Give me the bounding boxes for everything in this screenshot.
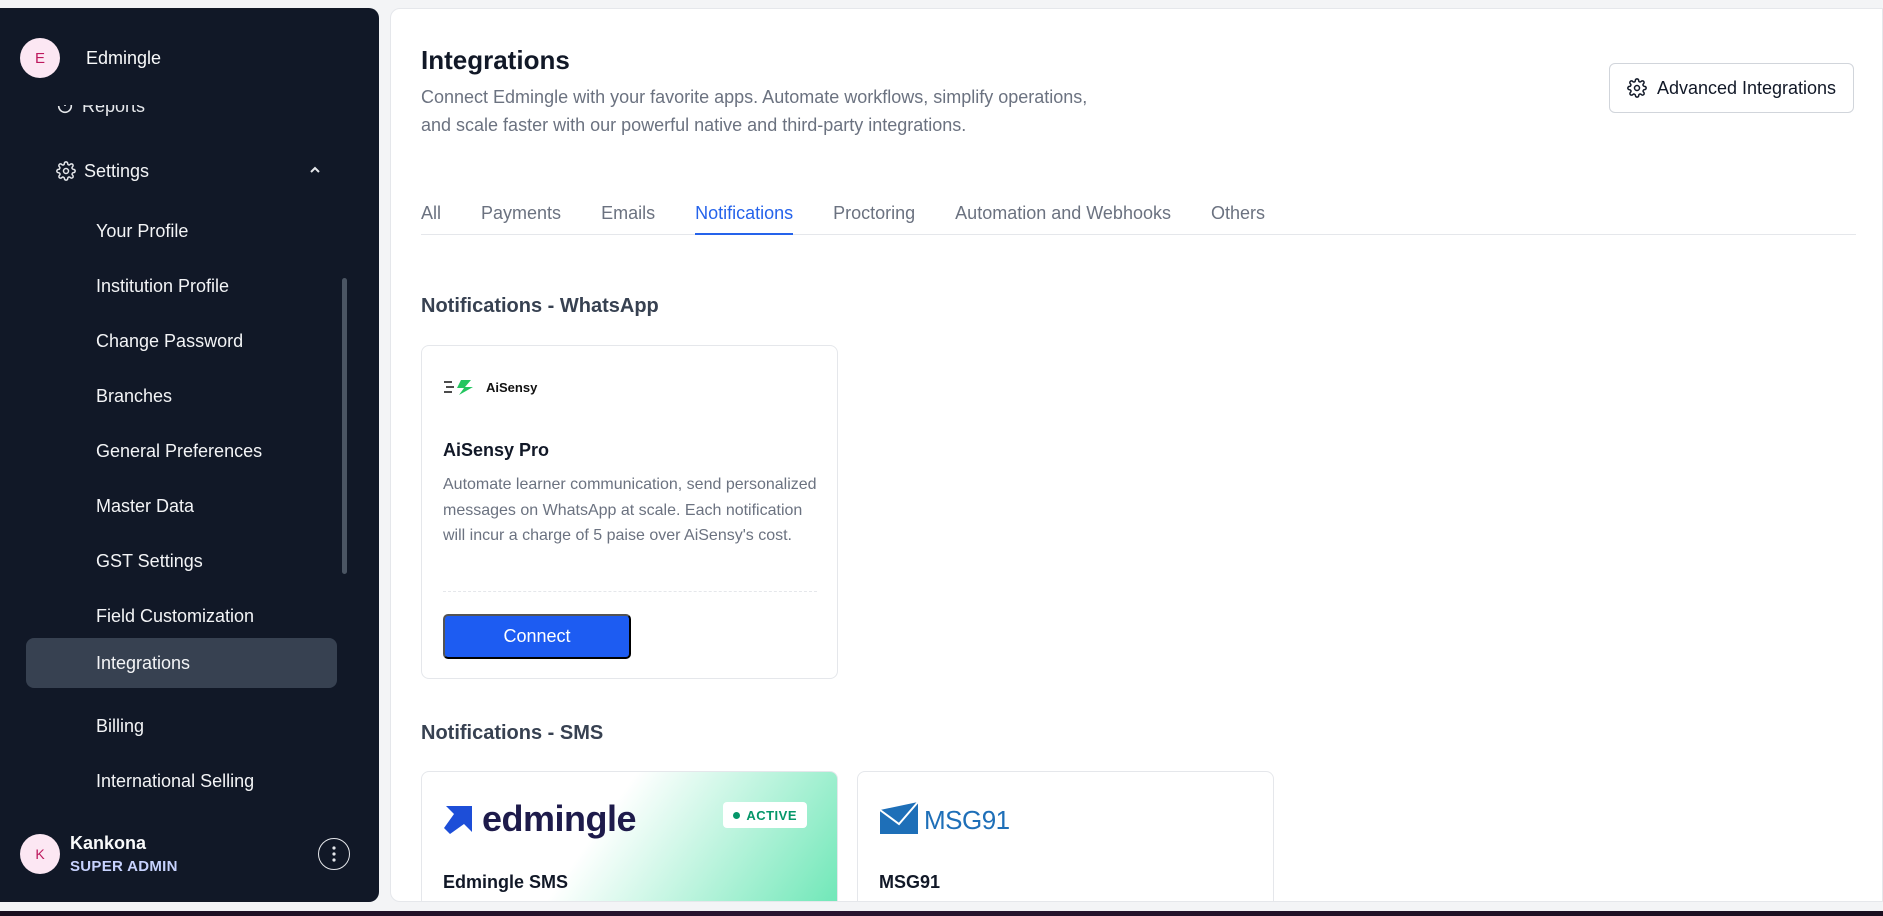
brand[interactable]: E Edmingle: [20, 38, 161, 78]
sidebar-item-label: Integrations: [96, 652, 191, 673]
page-description: Connect Edmingle with your favorite apps…: [421, 87, 1088, 135]
sidebar-item-institution-profile[interactable]: Institution Profile: [26, 261, 337, 311]
avatar: K: [20, 834, 60, 874]
integration-name: Edmingle SMS: [443, 872, 569, 892]
advanced-integrations-button[interactable]: Advanced Integrations: [1609, 63, 1854, 113]
sidebar-item-master-data[interactable]: Master Data: [26, 481, 337, 531]
sidebar-item-label: Field Customization: [96, 605, 255, 626]
tab-payments[interactable]: Payments: [481, 191, 561, 235]
sidebar-item-label: Master Data: [96, 495, 195, 516]
edmingle-arrow-icon: [444, 806, 472, 834]
integration-name: AiSensy Pro: [443, 440, 550, 460]
sidebar-item-label: Institution Profile: [96, 275, 230, 296]
sidebar-item-branches[interactable]: Branches: [26, 371, 337, 421]
tab-all[interactable]: All: [421, 191, 441, 235]
status-badge: ACTIVE: [723, 802, 807, 828]
sidebar-item-label: Your Profile: [96, 220, 189, 241]
user-profile[interactable]: K Kankona SUPER ADMIN: [20, 826, 350, 882]
sidebar-item-gst-settings[interactable]: GST Settings: [26, 536, 337, 586]
more-options-icon[interactable]: [318, 838, 350, 870]
user-name: Kankona: [70, 833, 147, 853]
envelope-icon: [879, 801, 919, 834]
sidebar-item-change-password[interactable]: Change Password: [26, 316, 337, 366]
edmingle-logo: edmingle: [442, 798, 637, 840]
aisensy-logo: AiSensy: [443, 378, 537, 396]
reports-icon: [57, 105, 73, 114]
sidebar-item-label: International Selling: [96, 770, 255, 791]
section-title-sms: Notifications - SMS: [421, 722, 604, 744]
page-title: Integrations: [421, 45, 570, 75]
msg91-logo-text: MSG91: [924, 805, 1010, 835]
aisensy-mark-icon: [444, 380, 473, 395]
gear-icon: [56, 161, 76, 181]
sidebar-scrollbar[interactable]: [342, 278, 347, 574]
integration-card-msg91: MSG91 MSG91: [857, 771, 1274, 901]
gear-icon: [1627, 78, 1647, 98]
sidebar-item-label: General Preferences: [96, 440, 263, 461]
connect-button[interactable]: Connect: [443, 614, 631, 659]
sidebar-item-label: Reports: [82, 95, 146, 116]
sidebar-item-reports[interactable]: Reports: [56, 95, 146, 116]
tab-automation-and-webhooks[interactable]: Automation and Webhooks: [955, 191, 1171, 235]
main-panel: Integrations Connect Edmingle with your …: [390, 8, 1883, 902]
integration-description: Automate learner communication, send per…: [443, 476, 817, 544]
status-badge-label: ACTIVE: [746, 807, 797, 823]
integration-card-edmingle-sms: edmingle ACTIVE Edmingle SMS: [421, 771, 838, 901]
sidebar: E Edmingle Reports Settings Your Profile…: [0, 8, 379, 902]
tab-emails[interactable]: Emails: [601, 191, 655, 235]
sidebar-item-general-preferences[interactable]: General Preferences: [26, 426, 337, 476]
advanced-integrations-label: Advanced Integrations: [1656, 77, 1837, 98]
sidebar-item-label: Settings: [84, 160, 150, 181]
msg91-logo: MSG91: [878, 800, 1010, 836]
sidebar-item-label: Branches: [96, 385, 173, 406]
sidebar-item-field-customization[interactable]: Field Customization: [26, 591, 337, 641]
edmingle-logo-text: edmingle: [482, 798, 637, 839]
sidebar-item-billing[interactable]: Billing: [26, 701, 337, 751]
sidebar-item-your-profile[interactable]: Your Profile: [26, 206, 337, 256]
category-tabs: All Payments Emails Notifications Procto…: [421, 191, 1856, 235]
aisensy-logo-text: AiSensy: [486, 379, 538, 395]
integration-card-aisensy: AiSensy AiSensy Pro Automate learner com…: [421, 345, 838, 679]
sidebar-item-integrations[interactable]: Integrations: [26, 638, 337, 688]
brand-name: Edmingle: [86, 47, 162, 68]
tab-others[interactable]: Others: [1211, 191, 1265, 235]
card-divider: [443, 591, 817, 592]
tab-notifications[interactable]: Notifications: [695, 191, 794, 235]
brand-avatar: E: [20, 38, 60, 78]
sidebar-item-international-selling[interactable]: International Selling: [26, 756, 337, 806]
sidebar-item-label: Change Password: [96, 330, 244, 351]
status-dot-icon: [733, 811, 741, 819]
chevron-up-icon: [308, 163, 322, 180]
tab-proctoring[interactable]: Proctoring: [833, 191, 915, 235]
sidebar-item-label: GST Settings: [96, 550, 203, 571]
integration-name: MSG91: [879, 872, 941, 892]
taskbar-strip: [0, 911, 1883, 916]
sidebar-item-settings[interactable]: Settings: [56, 156, 322, 186]
section-title-whatsapp: Notifications - WhatsApp: [421, 295, 659, 317]
user-role: SUPER ADMIN: [70, 858, 178, 875]
sidebar-item-label: Billing: [96, 715, 145, 736]
